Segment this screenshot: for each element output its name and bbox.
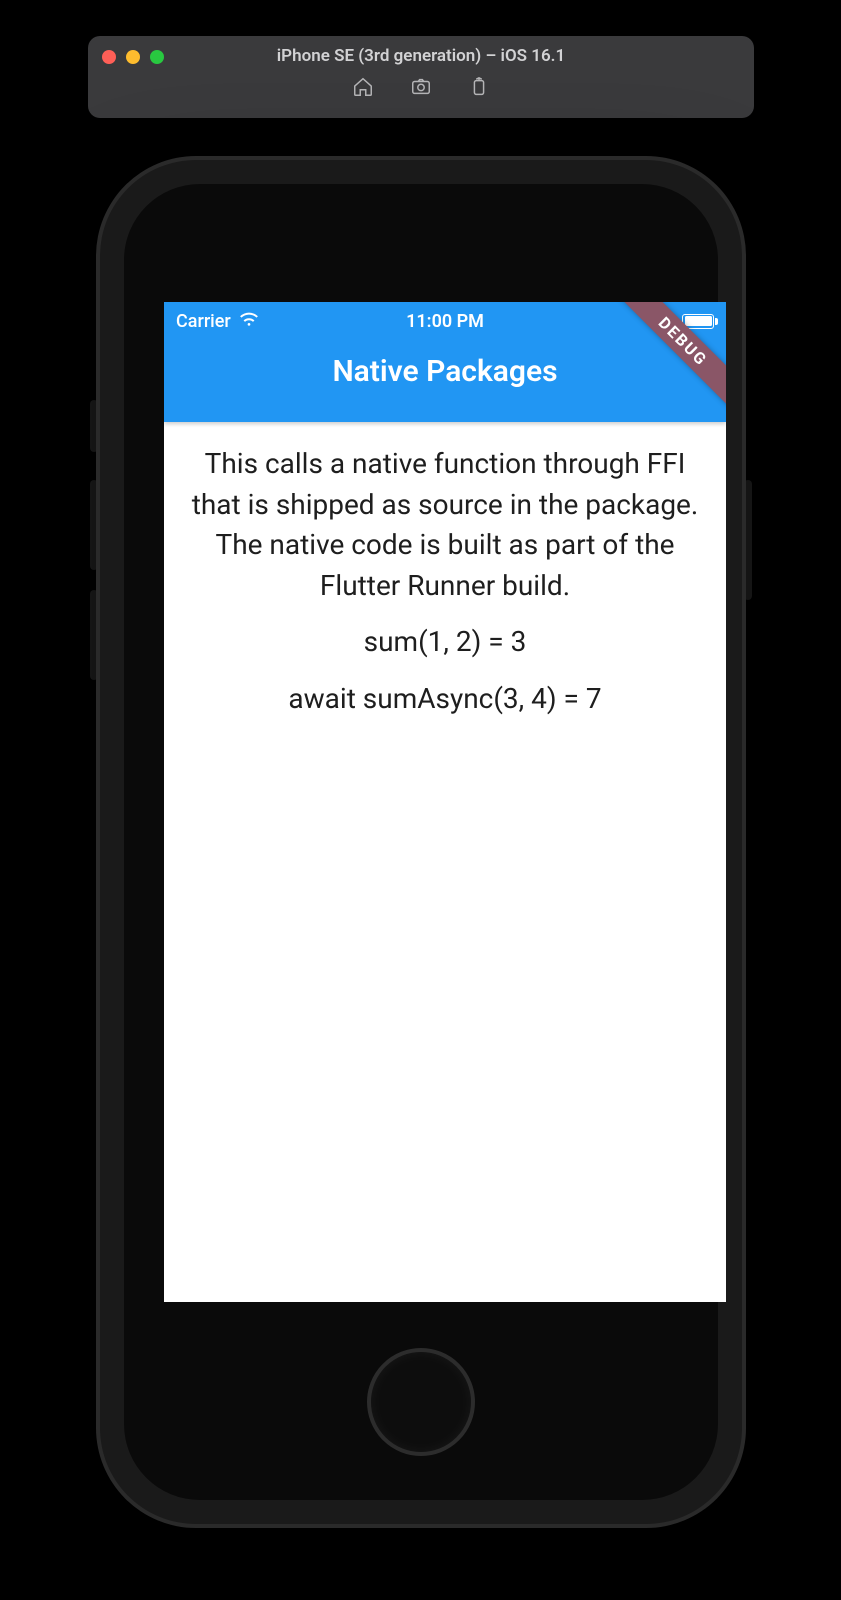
window-controls	[102, 50, 164, 64]
mute-switch[interactable]	[90, 400, 98, 452]
screenshot-icon[interactable]	[410, 76, 432, 102]
simulator-title: iPhone SE (3rd generation) – iOS 16.1	[277, 46, 565, 66]
app-body: This calls a native function through FFI…	[164, 422, 726, 720]
home-icon[interactable]	[352, 76, 374, 102]
simulator-toolbar	[352, 76, 490, 102]
app-bar: Carrier 11:00 PM Native Packages DEBUG	[164, 302, 726, 422]
rotate-icon[interactable]	[468, 76, 490, 102]
close-window-button[interactable]	[102, 50, 116, 64]
minimize-window-button[interactable]	[126, 50, 140, 64]
volume-up-button[interactable]	[90, 480, 98, 570]
power-button[interactable]	[744, 480, 752, 600]
sync-result-text: sum(1, 2) = 3	[180, 622, 710, 663]
device-bezel: Carrier 11:00 PM Native Packages DEBUG T…	[124, 184, 718, 1500]
async-result-text: await sumAsync(3, 4) = 7	[180, 679, 710, 720]
simulator-titlebar: iPhone SE (3rd generation) – iOS 16.1	[88, 36, 754, 118]
device-frame: Carrier 11:00 PM Native Packages DEBUG T…	[100, 160, 742, 1524]
volume-down-button[interactable]	[90, 590, 98, 680]
zoom-window-button[interactable]	[150, 50, 164, 64]
home-button[interactable]	[367, 1348, 475, 1456]
page-title: Native Packages	[164, 354, 726, 389]
device-screen: Carrier 11:00 PM Native Packages DEBUG T…	[164, 302, 726, 1302]
description-text: This calls a native function through FFI…	[180, 444, 710, 606]
